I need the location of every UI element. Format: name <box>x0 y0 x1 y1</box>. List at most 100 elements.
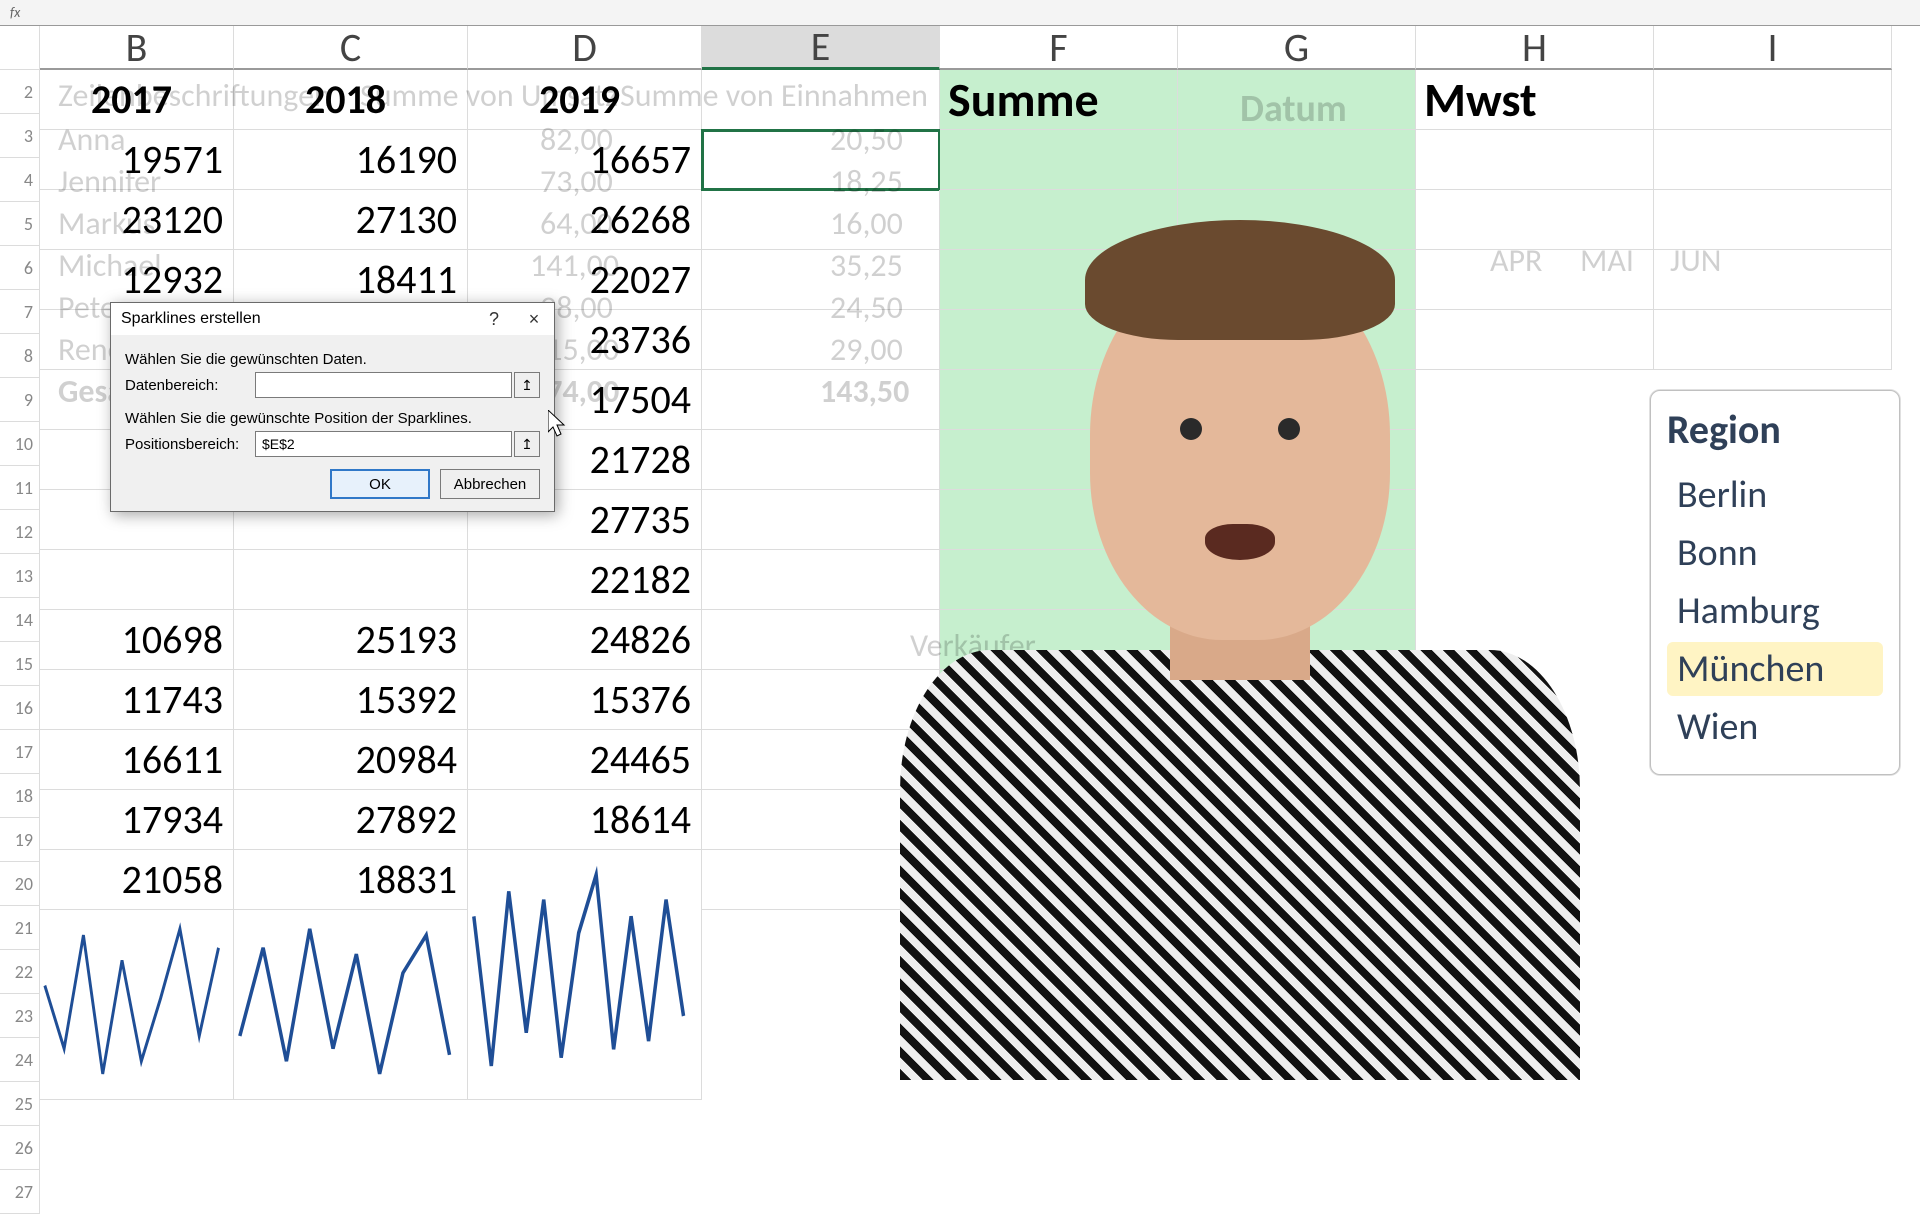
formula-bar[interactable]: fx <box>0 0 1920 26</box>
cell-G6[interactable] <box>1178 370 1416 430</box>
cell-F2[interactable] <box>940 130 1178 190</box>
row-number-15[interactable]: 15 <box>0 642 40 686</box>
column-header-I[interactable]: I <box>1654 26 1892 70</box>
cell-B9[interactable] <box>40 550 234 610</box>
cell-B3[interactable]: 23120 <box>40 190 234 250</box>
cell-C4[interactable]: 18411 <box>234 250 468 310</box>
cell-I4[interactable] <box>1654 250 1892 310</box>
cancel-button[interactable]: Abbrechen <box>440 469 540 499</box>
cell-H1-header[interactable]: Mwst <box>1416 70 1654 130</box>
cell-E2-selected[interactable] <box>702 130 940 190</box>
row-number-26[interactable]: 26 <box>0 1126 40 1170</box>
row-number-14[interactable]: 14 <box>0 598 40 642</box>
cell-F12[interactable] <box>940 730 1178 790</box>
cell-I3[interactable] <box>1654 190 1892 250</box>
row-number-2[interactable]: 2 <box>0 70 40 114</box>
cell-G4[interactable] <box>1178 250 1416 310</box>
cell-G5[interactable] <box>1178 310 1416 370</box>
cell-G10[interactable] <box>1178 610 1416 670</box>
column-headers[interactable]: B C D E F G H I <box>40 26 1892 70</box>
cell-E12[interactable] <box>702 730 940 790</box>
cell-C2[interactable]: 16190 <box>234 130 468 190</box>
cell-C9[interactable] <box>234 550 468 610</box>
cell-I2[interactable] <box>1654 130 1892 190</box>
cell-F3[interactable] <box>940 190 1178 250</box>
cell-H2[interactable] <box>1416 130 1654 190</box>
cell-grid[interactable]: 2017 19571 23120 12932 10698 11743 16611… <box>40 70 1892 1100</box>
cell-G3[interactable] <box>1178 190 1416 250</box>
cell-F8[interactable] <box>940 490 1178 550</box>
cell-E7[interactable] <box>702 430 940 490</box>
slicer-item-wien[interactable]: Wien <box>1667 700 1883 754</box>
row-number-18[interactable]: 18 <box>0 774 40 818</box>
row-number-25[interactable]: 25 <box>0 1082 40 1126</box>
cell-B1-header[interactable]: 2017 <box>40 70 234 130</box>
row-number-12[interactable]: 12 <box>0 510 40 554</box>
cell-D1-header[interactable]: 2019 <box>468 70 702 130</box>
cell-C10[interactable]: 25193 <box>234 610 468 670</box>
row-number-21[interactable]: 21 <box>0 906 40 950</box>
row-number-11[interactable]: 11 <box>0 466 40 510</box>
cell-G9[interactable] <box>1178 550 1416 610</box>
column-header-G[interactable]: G <box>1178 26 1416 70</box>
cell-F10[interactable] <box>940 610 1178 670</box>
row-number-20[interactable]: 20 <box>0 862 40 906</box>
cell-H5[interactable] <box>1416 310 1654 370</box>
help-icon[interactable]: ? <box>474 303 514 335</box>
column-header-D[interactable]: D <box>468 26 702 70</box>
cell-H4[interactable] <box>1416 250 1654 310</box>
cell-F9[interactable] <box>940 550 1178 610</box>
cell-G7[interactable] <box>1178 430 1416 490</box>
cell-E14[interactable] <box>702 850 940 910</box>
cell-E10[interactable] <box>702 610 940 670</box>
slicer-item-muenchen[interactable]: München <box>1667 642 1883 696</box>
column-header-C[interactable]: C <box>234 26 468 70</box>
cell-E5[interactable] <box>702 310 940 370</box>
column-header-F[interactable]: F <box>940 26 1178 70</box>
cell-G11[interactable] <box>1178 670 1416 730</box>
datarange-input[interactable] <box>255 372 512 398</box>
row-number-5[interactable]: 5 <box>0 202 40 246</box>
column-header-H[interactable]: H <box>1416 26 1654 70</box>
cell-C1-header[interactable]: 2018 <box>234 70 468 130</box>
slicer-item-berlin[interactable]: Berlin <box>1667 468 1883 522</box>
cell-I5[interactable] <box>1654 310 1892 370</box>
cell-G2[interactable] <box>1178 130 1416 190</box>
cell-F13[interactable] <box>940 790 1178 850</box>
cell-H3[interactable] <box>1416 190 1654 250</box>
row-number-23[interactable]: 23 <box>0 994 40 1038</box>
cell-F7[interactable] <box>940 430 1178 490</box>
row-number-24[interactable]: 24 <box>0 1038 40 1082</box>
datarange-collapse-icon[interactable]: ↥ <box>514 372 540 398</box>
cell-F4[interactable] <box>940 250 1178 310</box>
cell-C12[interactable]: 20984 <box>234 730 468 790</box>
posrange-input[interactable] <box>255 431 512 457</box>
cell-C14[interactable]: 18831 <box>234 850 468 910</box>
slicer-region[interactable]: Region Berlin Bonn Hamburg München Wien <box>1650 390 1900 775</box>
spreadsheet[interactable]: 2345678910111213141516171819202122232425… <box>0 26 1920 1080</box>
cell-F1-header[interactable]: Summe <box>940 70 1178 130</box>
cell-D3[interactable]: 26268 <box>468 190 702 250</box>
cell-E1[interactable] <box>702 70 940 130</box>
row-number-19[interactable]: 19 <box>0 818 40 862</box>
cell-B13[interactable]: 17934 <box>40 790 234 850</box>
cell-F6[interactable] <box>940 370 1178 430</box>
cell-B11[interactable]: 11743 <box>40 670 234 730</box>
cell-E6[interactable] <box>702 370 940 430</box>
dialog-titlebar[interactable]: Sparklines erstellen ? × <box>111 303 554 335</box>
cell-D11[interactable]: 15376 <box>468 670 702 730</box>
row-number-6[interactable]: 6 <box>0 246 40 290</box>
cell-E8[interactable] <box>702 490 940 550</box>
cell-D9[interactable]: 22182 <box>468 550 702 610</box>
slicer-item-bonn[interactable]: Bonn <box>1667 526 1883 580</box>
cell-E13[interactable] <box>702 790 940 850</box>
cell-B10[interactable]: 10698 <box>40 610 234 670</box>
cell-E3[interactable] <box>702 190 940 250</box>
posrange-collapse-icon[interactable]: ↥ <box>514 431 540 457</box>
row-number-8[interactable]: 8 <box>0 334 40 378</box>
cell-C13[interactable]: 27892 <box>234 790 468 850</box>
cell-B4[interactable]: 12932 <box>40 250 234 310</box>
cell-C11[interactable]: 15392 <box>234 670 468 730</box>
column-header-B[interactable]: B <box>40 26 234 70</box>
cell-E9[interactable] <box>702 550 940 610</box>
